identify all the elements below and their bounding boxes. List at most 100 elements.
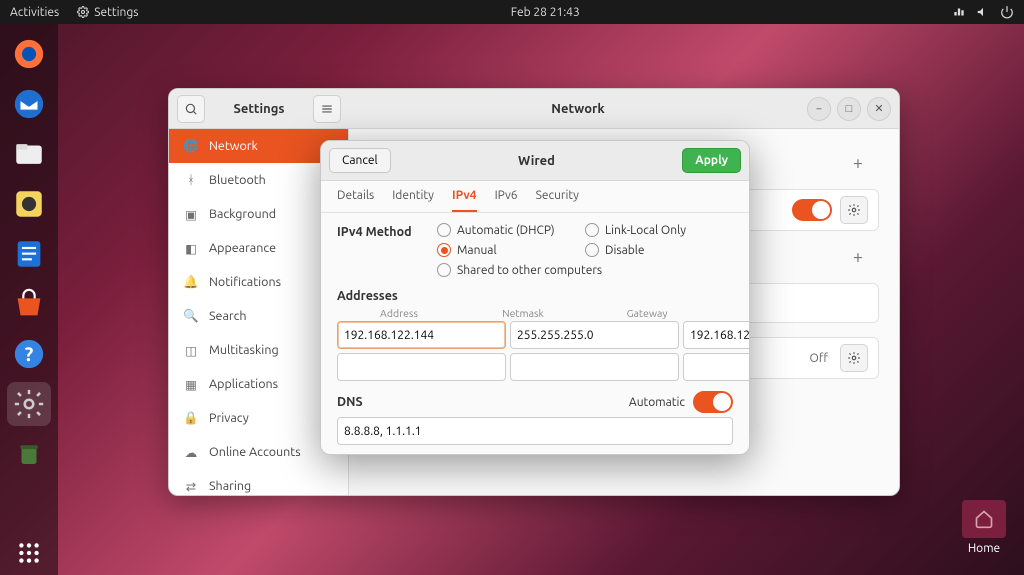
radio-icon <box>437 243 451 257</box>
settings-menu-button[interactable] <box>313 95 341 123</box>
gateway-input[interactable] <box>683 321 749 349</box>
tab-ipv4[interactable]: IPv4 <box>452 181 477 212</box>
sidebar-item-label: Privacy <box>209 411 249 425</box>
apps-icon: ▦ <box>183 376 199 392</box>
desktop-home-label: Home <box>968 542 1000 555</box>
radio-icon <box>585 223 599 237</box>
sidebar-item-label: Network <box>209 139 258 153</box>
vpn-add-button[interactable]: + <box>847 246 869 268</box>
tab-security[interactable]: Security <box>536 181 579 212</box>
window-minimize-button[interactable]: − <box>807 97 831 121</box>
background-icon: ▣ <box>183 206 199 222</box>
clock[interactable]: Feb 28 21:43 <box>138 6 952 19</box>
settings-title-left: Settings <box>213 102 305 116</box>
window-close-button[interactable]: ✕ <box>867 97 891 121</box>
network-status-icon[interactable] <box>952 5 966 19</box>
method-label-text: Disable <box>605 244 645 257</box>
method-automatic[interactable]: Automatic (DHCP) <box>437 223 585 237</box>
share-icon: ⇄ <box>183 478 199 494</box>
method-manual[interactable]: Manual <box>437 243 585 257</box>
dialog-content: IPv4 Method Automatic (DHCP) Link-Local … <box>321 213 749 454</box>
column-address: Address <box>337 305 461 321</box>
window-maximize-button[interactable]: □ <box>837 97 861 121</box>
netmask-input[interactable] <box>510 321 679 349</box>
wired-toggle[interactable] <box>792 199 832 221</box>
dns-label: DNS <box>337 395 363 409</box>
svg-text:?: ? <box>25 343 34 365</box>
sidebar-item-label: Bluetooth <box>209 173 266 187</box>
search-icon: 🔍 <box>183 308 199 324</box>
column-gateway: Gateway <box>585 305 709 321</box>
tab-ipv6[interactable]: IPv6 <box>495 181 518 212</box>
dock: ? <box>0 24 58 575</box>
tab-identity[interactable]: Identity <box>392 181 434 212</box>
method-shared[interactable]: Shared to other computers <box>437 263 733 277</box>
tab-details[interactable]: Details <box>337 181 374 212</box>
dock-firefox[interactable] <box>7 32 51 76</box>
wired-settings-dialog: Cancel Wired Apply Details Identity IPv4… <box>320 140 750 455</box>
dock-files[interactable] <box>7 132 51 176</box>
sidebar-item-label: Notifications <box>209 275 281 289</box>
radio-icon <box>437 223 451 237</box>
ipv4-method-label: IPv4 Method <box>337 223 437 283</box>
method-label-text: Shared to other computers <box>457 264 602 277</box>
dock-rhythmbox[interactable] <box>7 182 51 226</box>
cloud-icon: ☁ <box>183 444 199 460</box>
sidebar-item-label: Background <box>209 207 276 221</box>
proxy-settings-button[interactable] <box>840 344 868 372</box>
dns-automatic-label: Automatic <box>629 396 685 409</box>
settings-titlebar: Settings Network − □ ✕ <box>169 89 899 129</box>
dialog-tabs: Details Identity IPv4 IPv6 Security <box>321 181 749 213</box>
sidebar-item-label: Applications <box>209 377 278 391</box>
sidebar-item-label: Appearance <box>209 241 276 255</box>
sidebar-item-label: Multitasking <box>209 343 279 357</box>
dock-software[interactable] <box>7 282 51 326</box>
bluetooth-icon: ᚼ <box>183 172 199 188</box>
power-icon[interactable] <box>1000 5 1014 19</box>
dock-settings[interactable] <box>7 382 51 426</box>
lock-icon: 🔒 <box>183 410 199 426</box>
settings-search-button[interactable] <box>177 95 205 123</box>
method-disable[interactable]: Disable <box>585 243 733 257</box>
sidebar-item-sharing[interactable]: ⇄ Sharing <box>169 469 348 495</box>
radio-icon <box>585 243 599 257</box>
dock-trash[interactable] <box>7 432 51 476</box>
dns-automatic-toggle[interactable] <box>693 391 733 413</box>
radio-icon <box>437 263 451 277</box>
method-label-text: Automatic (DHCP) <box>457 224 555 237</box>
dialog-title: Wired <box>391 154 683 168</box>
proxy-value: Off <box>810 352 828 365</box>
netmask-input-empty[interactable] <box>510 353 679 381</box>
address-input[interactable] <box>337 321 506 349</box>
sidebar-item-label: Search <box>209 309 247 323</box>
wired-settings-button[interactable] <box>840 196 868 224</box>
method-label-text: Manual <box>457 244 497 257</box>
volume-icon[interactable] <box>976 5 990 19</box>
settings-title-center: Network <box>349 102 807 116</box>
cancel-button[interactable]: Cancel <box>329 148 391 173</box>
dialog-header: Cancel Wired Apply <box>321 141 749 181</box>
dock-help[interactable]: ? <box>7 332 51 376</box>
gear-icon <box>77 6 89 18</box>
topbar-app-label: Settings <box>94 6 138 19</box>
appearance-icon: ◧ <box>183 240 199 256</box>
gateway-input-empty[interactable] <box>683 353 749 381</box>
bell-icon: 🔔 <box>183 274 199 290</box>
addresses-label: Addresses <box>337 289 733 303</box>
dock-thunderbird[interactable] <box>7 82 51 126</box>
activities-button[interactable]: Activities <box>10 6 59 19</box>
method-linklocal[interactable]: Link-Local Only <box>585 223 733 237</box>
sidebar-item-label: Sharing <box>209 479 251 493</box>
apply-button[interactable]: Apply <box>682 148 741 173</box>
topbar-app-indicator[interactable]: Settings <box>77 6 138 19</box>
wired-add-button[interactable]: + <box>847 152 869 174</box>
multitasking-icon: ◫ <box>183 342 199 358</box>
globe-icon: 🌐 <box>183 138 199 154</box>
dock-writer[interactable] <box>7 232 51 276</box>
address-input-empty[interactable] <box>337 353 506 381</box>
desktop-home-folder[interactable]: Home <box>962 500 1006 555</box>
dns-servers-input[interactable] <box>337 417 733 445</box>
dock-show-apps[interactable] <box>7 531 51 575</box>
method-label-text: Link-Local Only <box>605 224 686 237</box>
top-bar: Activities Settings Feb 28 21:43 <box>0 0 1024 24</box>
